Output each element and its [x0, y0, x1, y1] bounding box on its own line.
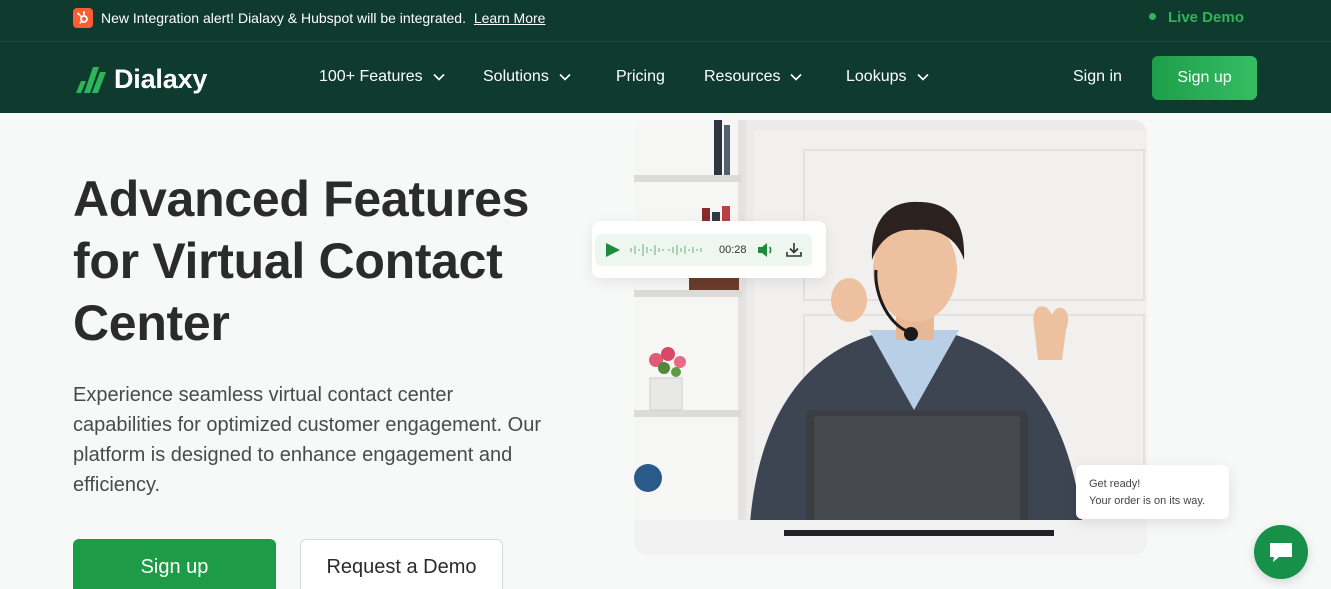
play-icon[interactable] [601, 240, 627, 260]
request-demo-button[interactable]: Request a Demo [300, 539, 503, 589]
chevron-down-icon [433, 73, 445, 81]
main-navigation: Dialaxy 100+ Features Solutions Pricing … [0, 42, 1331, 113]
signin-link[interactable]: Sign in [1073, 68, 1122, 86]
brand-name: Dialaxy [114, 63, 208, 94]
hero-image [634, 120, 1147, 555]
hero-description: Experience seamless virtual contact cent… [73, 384, 542, 496]
chat-bubble-icon [1270, 543, 1292, 562]
nav-item-solutions[interactable]: Solutions [483, 68, 571, 86]
announcement-message: New Integration alert! Dialaxy & Hubspot… [101, 10, 466, 26]
live-demo-label: Live Demo [1168, 9, 1244, 26]
volume-icon[interactable] [755, 240, 777, 260]
audio-player: 00:28 [595, 234, 812, 266]
nav-item-label: Resources [704, 68, 781, 85]
order-toast: Get ready! Your order is on its way. [1076, 465, 1229, 519]
hero-signup-button[interactable]: Sign up [73, 539, 276, 589]
dialaxy-logo-icon [76, 64, 106, 94]
download-icon[interactable] [783, 240, 805, 260]
nav-item-label: 100+ Features [319, 68, 423, 85]
brand-logo[interactable]: Dialaxy [76, 62, 207, 96]
nav-item-lookups[interactable]: Lookups [846, 68, 929, 86]
waveform-icon [630, 244, 702, 256]
live-dot-icon [1149, 12, 1156, 20]
chevron-down-icon [559, 73, 571, 81]
nav-item-label: Solutions [483, 68, 549, 85]
nav-item-label: Pricing [616, 68, 665, 85]
nav-item-pricing[interactable]: Pricing [616, 68, 665, 86]
audio-time: 00:28 [719, 244, 747, 256]
nav-item-resources[interactable]: Resources [704, 68, 803, 86]
nav-item-features[interactable]: 100+ Features [319, 68, 445, 86]
chat-widget-button[interactable] [1254, 525, 1308, 579]
chevron-down-icon [790, 73, 803, 81]
announcement-text: New Integration alert! Dialaxy & Hubspot… [101, 10, 545, 26]
live-demo-link[interactable]: Live Demo [1149, 9, 1244, 26]
signup-button[interactable]: Sign up [1152, 56, 1257, 100]
hubspot-icon [73, 8, 93, 28]
learn-more-link[interactable]: Learn More [474, 10, 546, 26]
audio-player-card: 00:28 [592, 221, 826, 278]
announcement-bar: New Integration alert! Dialaxy & Hubspot… [0, 0, 1331, 42]
toast-message: Your order is on its way. [1089, 495, 1206, 507]
hero-title: Advanced Features for Virtual Contact Ce… [73, 171, 530, 351]
chevron-down-icon [916, 73, 929, 81]
nav-item-label: Lookups [846, 68, 907, 85]
toast-title: Get ready! [1089, 478, 1141, 490]
